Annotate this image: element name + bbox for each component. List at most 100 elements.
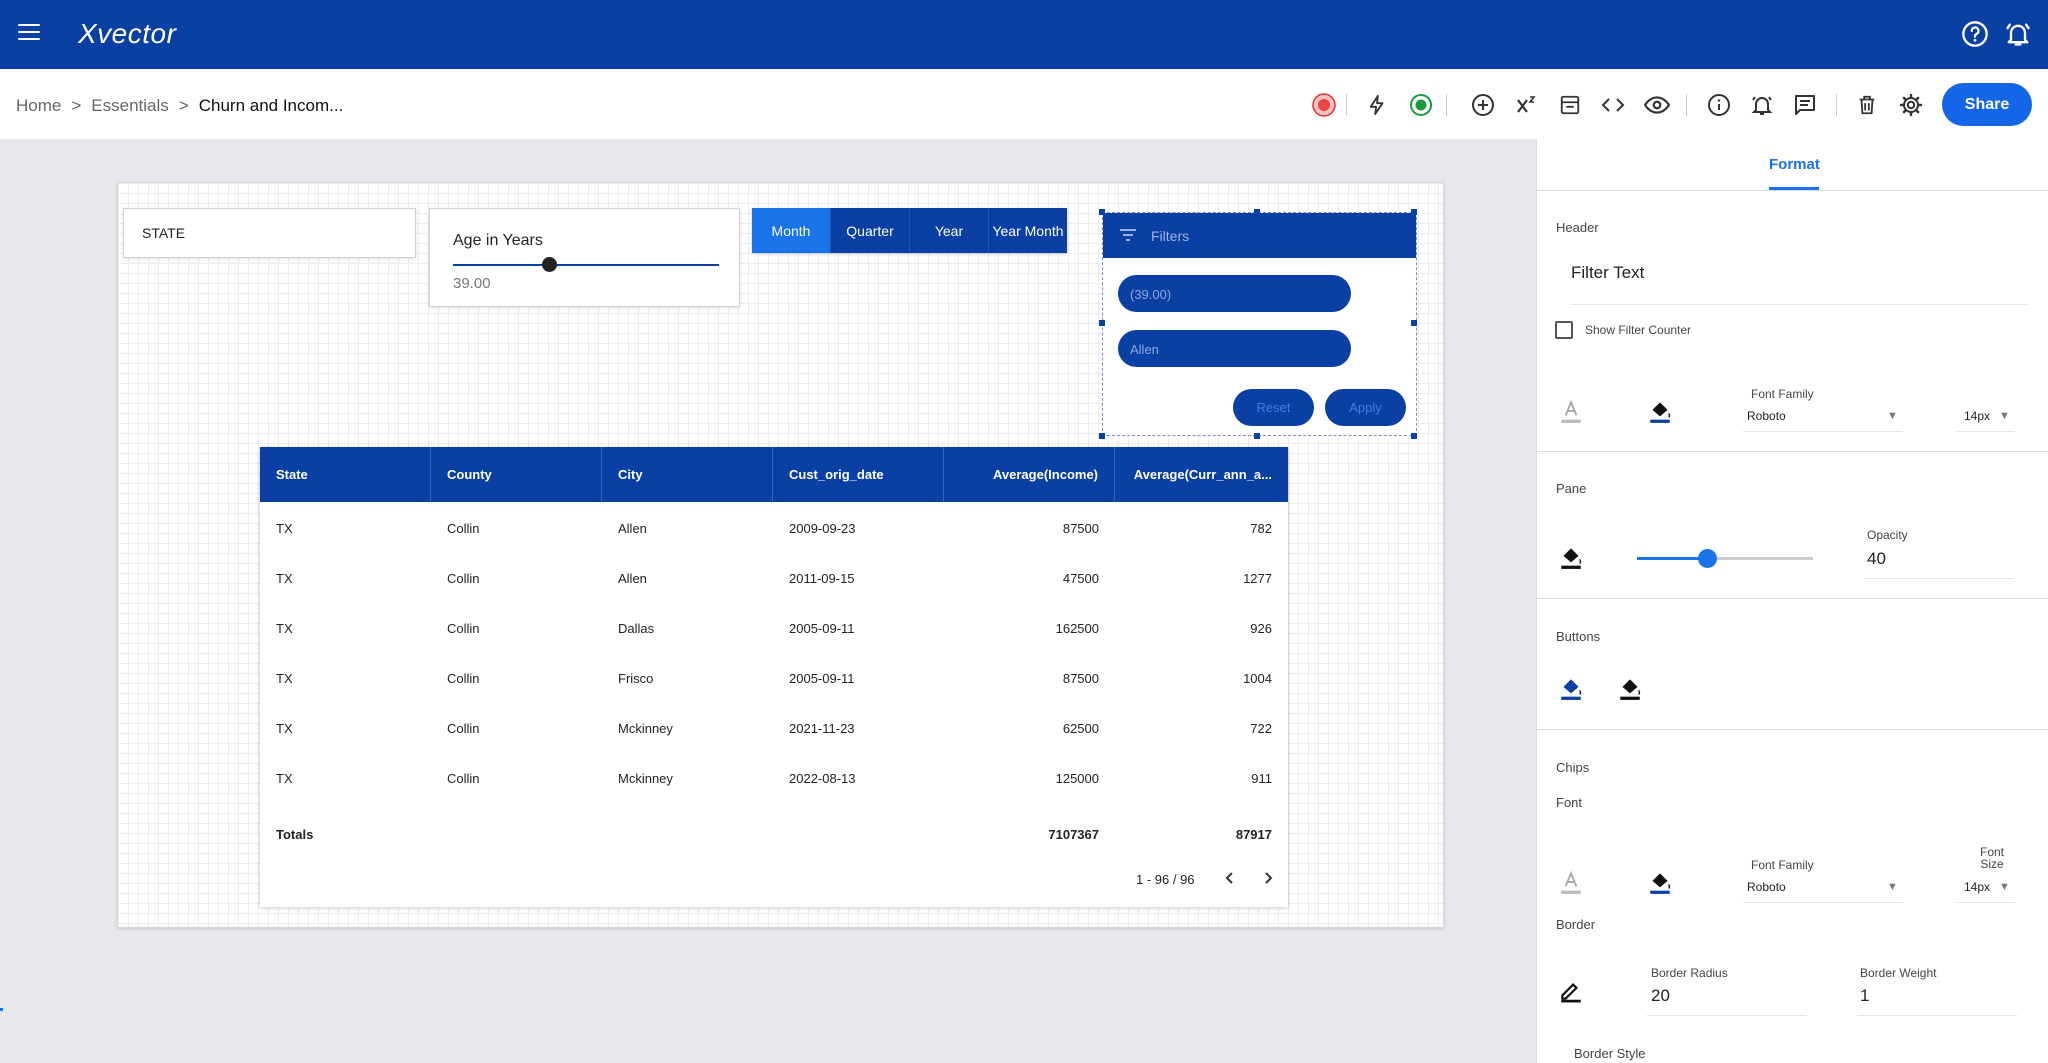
table-row[interactable]: TX Collin Dallas 2005-09-11 162500 926 [260,603,1288,653]
age-slider-thumb[interactable] [541,257,557,272]
chip-font-color-icon[interactable] [1558,869,1584,895]
table-row[interactable]: TX Collin Frisco 2005-09-11 87500 1004 [260,653,1288,703]
table-header: State County City Cust_orig_date Average… [260,447,1288,502]
font-size-dropdown-icon[interactable]: ▼ [1999,410,2010,422]
border-weight-input[interactable]: 1 [1860,986,1869,1006]
resize-handle[interactable] [1254,433,1260,439]
button-fill-color-icon[interactable] [1558,675,1584,701]
alert-bell-icon[interactable] [1748,91,1776,119]
table-cell: 162500 [1055,620,1099,636]
code-icon[interactable] [1599,91,1627,119]
table-cell: 47500 [1062,570,1099,586]
filters-apply-button[interactable]: Apply [1325,389,1406,426]
table-cell: Collin [447,520,480,536]
table-cell: 911 [1251,770,1272,786]
breadcrumb-essentials[interactable]: Essentials [91,96,168,116]
table-row[interactable]: TX Collin Allen 2009-09-23 87500 782 [260,503,1288,553]
font-size-select[interactable]: 14px [1964,409,1990,423]
opacity-slider-fill [1637,557,1708,560]
table-cell: 2022-08-13 [789,770,856,786]
data-table-widget: State County City Cust_orig_date Average… [260,447,1288,907]
column-header-average-income[interactable]: Average(Income) [944,447,1115,502]
filters-reset-button[interactable]: Reset [1233,389,1314,426]
formula-icon[interactable] [1513,91,1541,119]
chevron-left-icon[interactable] [1220,868,1240,888]
granularity-quarter-button[interactable]: Quarter [831,208,910,253]
granularity-year-button[interactable]: Year [910,208,989,253]
help-icon[interactable] [1961,20,1989,48]
opacity-slider-thumb[interactable] [1698,549,1718,568]
show-filter-counter-checkbox[interactable] [1555,321,1573,339]
table-cell: 2011-09-15 [789,570,855,586]
resize-handle[interactable] [1411,433,1417,439]
button-text-color-icon[interactable] [1617,675,1643,701]
column-header-state[interactable]: State [260,447,431,502]
table-row[interactable]: TX Collin Allen 2011-09-15 47500 1277 [260,553,1288,603]
resize-handle[interactable] [1099,433,1105,439]
panel-divider [1537,729,2048,730]
chip-font-family-select[interactable]: Roboto [1747,880,1786,894]
table-cell: TX [276,720,293,736]
record-badge-icon[interactable] [1310,91,1338,119]
font-family-dropdown-icon[interactable]: ▼ [1887,410,1898,422]
column-header-county[interactable]: County [431,447,602,502]
age-slider-track[interactable] [453,264,719,266]
font-color-icon[interactable] [1558,398,1584,424]
state-filter-widget[interactable]: STATE [123,208,416,258]
border-radius-label: Border Radius [1651,966,1728,980]
table-cell: 782 [1250,520,1272,536]
table-cell: Allen [618,520,647,536]
border-radius-input[interactable]: 20 [1651,986,1670,1006]
chevron-right-icon[interactable] [1258,868,1278,888]
filter-text-input[interactable]: Filter Text [1571,263,1644,283]
resize-handle[interactable] [1099,320,1105,326]
column-header-city[interactable]: City [602,447,773,502]
toolbar-divider [1346,94,1347,116]
menu-icon[interactable] [18,24,40,42]
totals-income: 7107367 [1048,826,1099,842]
chip-font-family-label: Font Family [1751,858,1814,872]
opacity-input[interactable]: 40 [1867,549,1886,569]
pane-fill-color-icon[interactable] [1558,544,1584,570]
table-cell: 1277 [1243,570,1272,586]
granularity-year-month-button[interactable]: Year Month [989,208,1067,253]
share-button[interactable]: Share [1942,83,2032,126]
border-color-pencil-icon[interactable] [1558,977,1584,1003]
filters-widget[interactable]: Filters (39.00) Allen Reset Apply [1102,212,1417,436]
resize-handle[interactable] [1099,209,1105,215]
add-icon[interactable] [1469,91,1497,119]
totals-curr: 87917 [1235,826,1272,842]
comment-icon[interactable] [1791,91,1819,119]
resize-handle[interactable] [1411,320,1417,326]
preview-eye-icon[interactable] [1643,91,1671,119]
filter-chip-age[interactable]: (39.00) [1118,275,1351,312]
chip-fill-color-icon[interactable] [1647,869,1673,895]
tab-format[interactable]: Format [1769,156,1820,173]
notification-bell-icon[interactable] [2004,20,2032,48]
chip-font-size-dropdown-icon[interactable]: ▼ [1999,881,2010,893]
chip-font-size-select[interactable]: 14px [1964,880,1990,894]
table-row[interactable]: TX Collin Mckinney 2022-08-13 125000 911 [260,753,1288,803]
font-family-select[interactable]: Roboto [1747,409,1786,423]
lightning-icon[interactable] [1363,91,1391,119]
granularity-month-button[interactable]: Month [752,208,831,253]
column-header-average-curr[interactable]: Average(Curr_ann_a... [1115,447,1288,502]
filter-chip-city[interactable]: Allen [1118,330,1351,367]
app-logo[interactable]: Xvector [78,18,176,50]
settings-gear-icon[interactable] [1897,91,1925,119]
fill-color-icon[interactable] [1647,398,1673,424]
table-cell: 2005-09-11 [789,620,855,636]
column-header-cust-orig-date[interactable]: Cust_orig_date [773,447,944,502]
delete-trash-icon[interactable] [1853,91,1881,119]
layout-panel-icon[interactable] [1556,91,1584,119]
panel-divider [1537,598,2048,599]
chip-font-size-underline [1957,902,2015,903]
table-row[interactable]: TX Collin Mckinney 2021-11-23 62500 722 [260,703,1288,753]
chip-font-family-dropdown-icon[interactable]: ▼ [1887,881,1898,893]
resize-handle[interactable] [1254,209,1260,215]
live-status-icon[interactable] [1407,91,1435,119]
resize-handle[interactable] [1411,209,1417,215]
info-icon[interactable] [1705,91,1733,119]
breadcrumb-home[interactable]: Home [16,96,61,116]
table-cell: Allen [618,570,647,586]
